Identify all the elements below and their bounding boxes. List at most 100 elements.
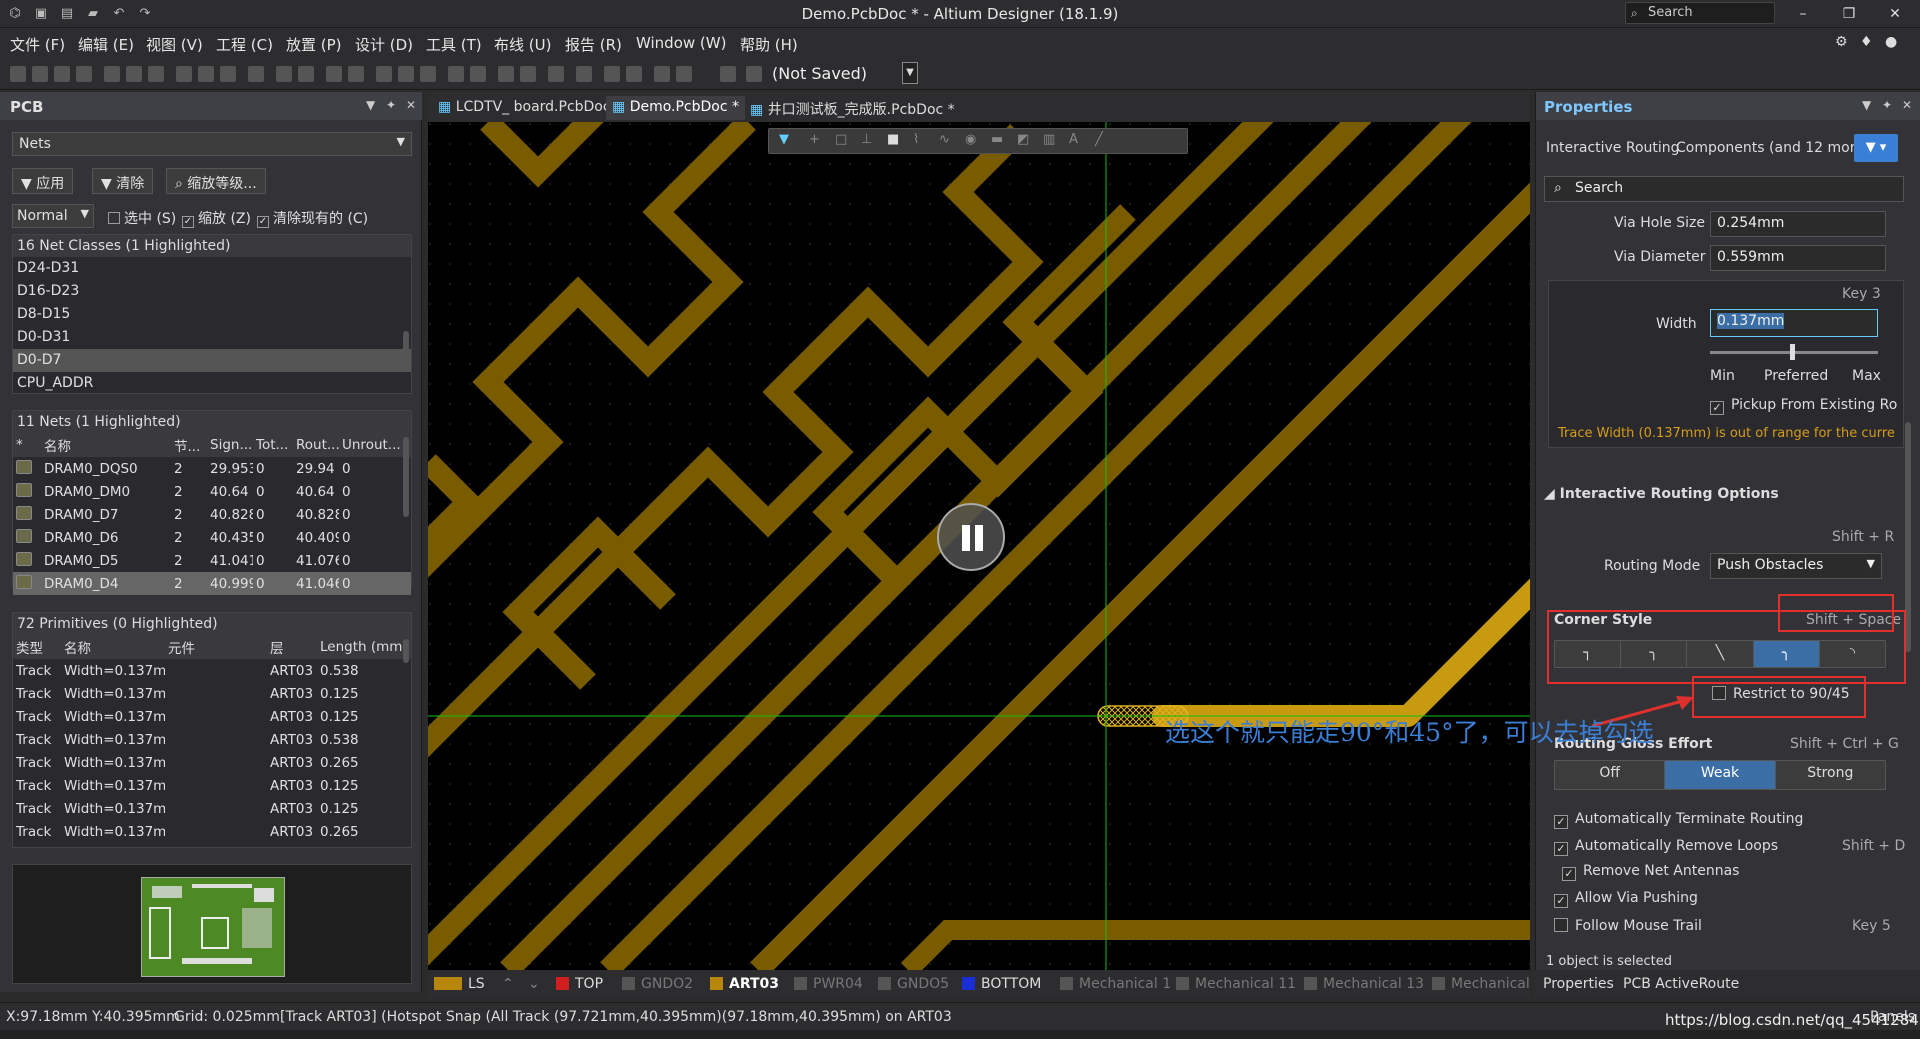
table-row[interactable]: DRAM0_D7 2 40.828 0 40.828 0 — [13, 503, 411, 526]
tool-icon[interactable] — [746, 66, 762, 82]
tool-icon[interactable] — [54, 66, 70, 82]
menu-edit[interactable]: 编辑 (E) — [78, 34, 134, 55]
scrollbar[interactable] — [403, 639, 409, 663]
menu-route[interactable]: 布线 (U) — [494, 34, 551, 55]
column-header[interactable]: 层 — [267, 635, 317, 659]
layer-tab-gnd02[interactable]: GNDO2 — [622, 976, 693, 992]
interactive-route-icon[interactable]: ⌇ — [913, 132, 919, 147]
column-header[interactable]: Sign... — [207, 433, 253, 457]
gloss-weak-button[interactable]: Weak — [1665, 761, 1776, 789]
fill-icon[interactable]: ▬ — [991, 132, 1003, 147]
via-hole-field[interactable]: 0.254mm — [1710, 211, 1886, 237]
tool-icon[interactable] — [676, 66, 692, 82]
layer-set-button[interactable]: LS — [434, 976, 485, 992]
follow-mouse-checkbox[interactable]: Follow Mouse Trail — [1554, 918, 1702, 934]
table-row[interactable]: DRAM0_D5 2 41.041 0 41.076 0 — [13, 549, 411, 572]
menu-view[interactable]: 视图 (V) — [146, 34, 203, 55]
width-field[interactable]: 0.137mm — [1710, 309, 1878, 337]
via-icon[interactable]: ◉ — [965, 132, 976, 147]
tool-icon[interactable] — [576, 66, 592, 82]
tool-icon[interactable] — [498, 66, 514, 82]
list-item[interactable]: D0-D7 — [13, 349, 411, 372]
tool-icon[interactable] — [126, 66, 142, 82]
tab-pcb-activeroute[interactable]: PCB ActiveRoute — [1623, 976, 1739, 992]
board-minimap[interactable] — [12, 864, 412, 984]
column-header[interactable]: Length (mm) — [317, 635, 411, 659]
tool-icon[interactable] — [720, 66, 736, 82]
mask-mode-select[interactable]: Normal ▼ — [12, 204, 94, 228]
tool-icon[interactable] — [32, 66, 48, 82]
column-header[interactable]: * — [13, 433, 41, 457]
line-icon[interactable]: ╱ — [1095, 132, 1103, 147]
tool-icon[interactable] — [448, 66, 464, 82]
remove-antennas-checkbox[interactable]: ✓ Remove Net Antennas — [1562, 863, 1739, 881]
list-item[interactable]: D8-D15 — [13, 303, 411, 326]
column-header[interactable]: 元件 — [165, 635, 267, 659]
minimize-button[interactable]: – — [1780, 0, 1826, 28]
column-header[interactable]: 类型 — [13, 635, 61, 659]
global-search-input[interactable]: ⌕ Search — [1625, 2, 1775, 24]
zoom-level-button[interactable]: ⌕ 缩放等级... — [166, 168, 266, 194]
menu-project[interactable]: 工程 (C) — [216, 34, 273, 55]
column-header[interactable]: 节... — [171, 433, 207, 457]
user-icon[interactable]: ● — [1885, 34, 1897, 50]
auto-remove-loops-checkbox[interactable]: ✓ Automatically Remove Loops — [1554, 838, 1778, 856]
table-row[interactable]: DRAM0_D6 2 40.435 0 40.409 0 — [13, 526, 411, 549]
net-color-swatch[interactable] — [16, 528, 32, 543]
tool-icon[interactable] — [348, 66, 364, 82]
net-color-swatch[interactable] — [16, 505, 32, 520]
settings-icon[interactable]: ⚙ — [1835, 34, 1848, 50]
menu-reports[interactable]: 报告 (R) — [565, 34, 622, 55]
object-type-select[interactable]: Nets ▼ — [12, 132, 412, 156]
tool-icon[interactable] — [626, 66, 642, 82]
tool-icon[interactable] — [420, 66, 436, 82]
tool-icon[interactable] — [326, 66, 342, 82]
filter-icon[interactable]: ▼ — [779, 132, 789, 147]
column-header[interactable]: 名称 — [41, 433, 171, 457]
variant-dropdown[interactable]: ▼ — [902, 62, 918, 84]
pickup-checkbox[interactable]: ✓ Pickup From Existing Ro — [1710, 397, 1900, 415]
pause-button[interactable] — [937, 503, 1005, 571]
pin-icon[interactable]: ✦ — [1882, 98, 1892, 112]
table-row[interactable]: Track Width=0.137m ART03 0.125 — [13, 797, 411, 820]
tool-icon[interactable] — [548, 66, 564, 82]
route-icon[interactable]: + — [809, 132, 820, 147]
gloss-strong-button[interactable]: Strong — [1775, 761, 1885, 789]
iro-section-title[interactable]: ◢ Interactive Routing Options — [1544, 486, 1779, 502]
via-diameter-field[interactable]: 0.559mm — [1710, 245, 1886, 271]
layer-tab-bottom[interactable]: BOTTOM — [962, 976, 1041, 992]
diff-pair-icon[interactable]: ∿ — [939, 132, 950, 147]
column-header[interactable]: Unrout... — [339, 433, 411, 457]
allow-via-pushing-checkbox[interactable]: ✓ Allow Via Pushing — [1554, 890, 1698, 908]
zoom-checkbox[interactable]: ✓ 缩放 (Z) — [182, 208, 251, 228]
tool-icon[interactable] — [104, 66, 120, 82]
layer-tab-mech11[interactable]: Mechanical 11 — [1176, 976, 1296, 992]
select-checkbox[interactable]: 选中 (S) — [108, 208, 176, 228]
layer-tab-art03[interactable]: ART03 — [710, 976, 779, 992]
tool-icon[interactable] — [220, 66, 236, 82]
table-row[interactable]: Track Width=0.137m ART03 0.265 — [13, 820, 411, 843]
table-row[interactable]: Track Width=0.137m ART03 0.125 — [13, 774, 411, 797]
net-color-swatch[interactable] — [16, 574, 32, 589]
routing-mode-select[interactable]: Push Obstacles ▼ — [1710, 553, 1882, 579]
column-header[interactable]: Tot... — [253, 433, 293, 457]
layer-tab-mech13[interactable]: Mechanical 13 — [1304, 976, 1424, 992]
scrollbar[interactable] — [403, 437, 409, 517]
tool-icon[interactable] — [298, 66, 314, 82]
column-header[interactable]: Rout... — [293, 433, 339, 457]
column-header[interactable]: 名称 — [61, 635, 165, 659]
menu-window[interactable]: Window (W) — [636, 34, 726, 52]
notifications-icon[interactable]: ♦ — [1860, 34, 1873, 50]
layer-tab-mech1b[interactable]: Mechanical 1 — [1432, 976, 1543, 992]
list-item[interactable]: CPU_ADDR — [13, 372, 411, 395]
tool-icon[interactable] — [604, 66, 620, 82]
panel-menu-icon[interactable]: ▼ — [366, 98, 375, 112]
tab-jingkou[interactable]: ▦ 井口测试板_完成版.PcbDoc * — [744, 96, 961, 120]
selection-filter-button[interactable]: ▼ ▾ — [1854, 134, 1898, 162]
filter-label-components[interactable]: Components (and 12 more) — [1676, 140, 1869, 156]
text-icon[interactable]: A — [1069, 132, 1078, 147]
tab-lcdtv-board[interactable]: ▦ LCDTV_ board.PcbDoc * — [432, 96, 628, 120]
clear-existing-checkbox[interactable]: ✓ 清除现有的 (C) — [257, 208, 368, 228]
net-color-swatch[interactable] — [16, 459, 32, 474]
tool-icon[interactable] — [276, 66, 292, 82]
